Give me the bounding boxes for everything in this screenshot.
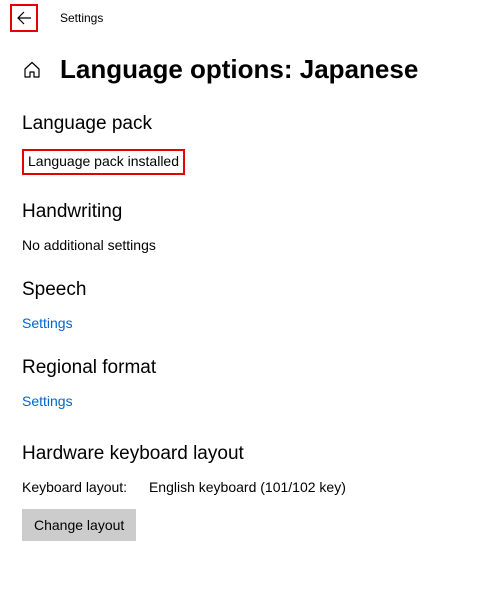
content-area: Language options: Japanese Language pack… [0,54,500,541]
change-layout-button[interactable]: Change layout [22,509,136,541]
section-hardware-keyboard: Hardware keyboard layout Keyboard layout… [22,443,478,541]
section-regional-format: Regional format Settings [22,357,478,409]
section-heading-regional-format: Regional format [22,357,478,379]
section-heading-speech: Speech [22,279,478,301]
speech-settings-link[interactable]: Settings [22,315,478,331]
language-pack-status-highlight: Language pack installed [22,149,185,175]
regional-format-settings-link[interactable]: Settings [22,393,478,409]
app-title: Settings [60,11,103,25]
page-title-row: Language options: Japanese [22,54,478,85]
handwriting-status: No additional settings [22,237,478,253]
language-pack-status: Language pack installed [28,153,179,169]
section-heading-handwriting: Handwriting [22,201,478,223]
back-button[interactable] [10,4,38,32]
home-icon[interactable] [22,60,42,80]
section-heading-hardware-keyboard: Hardware keyboard layout [22,443,478,465]
section-handwriting: Handwriting No additional settings [22,201,478,253]
section-speech: Speech Settings [22,279,478,331]
section-language-pack: Language pack Language pack installed [22,113,478,175]
keyboard-layout-value: English keyboard (101/102 key) [149,479,346,495]
back-arrow-icon [16,10,32,26]
keyboard-layout-label: Keyboard layout: [22,479,127,495]
keyboard-layout-row: Keyboard layout: English keyboard (101/1… [22,479,478,495]
header-bar: Settings [0,0,500,36]
page-title: Language options: Japanese [60,54,418,85]
section-heading-language-pack: Language pack [22,113,478,135]
